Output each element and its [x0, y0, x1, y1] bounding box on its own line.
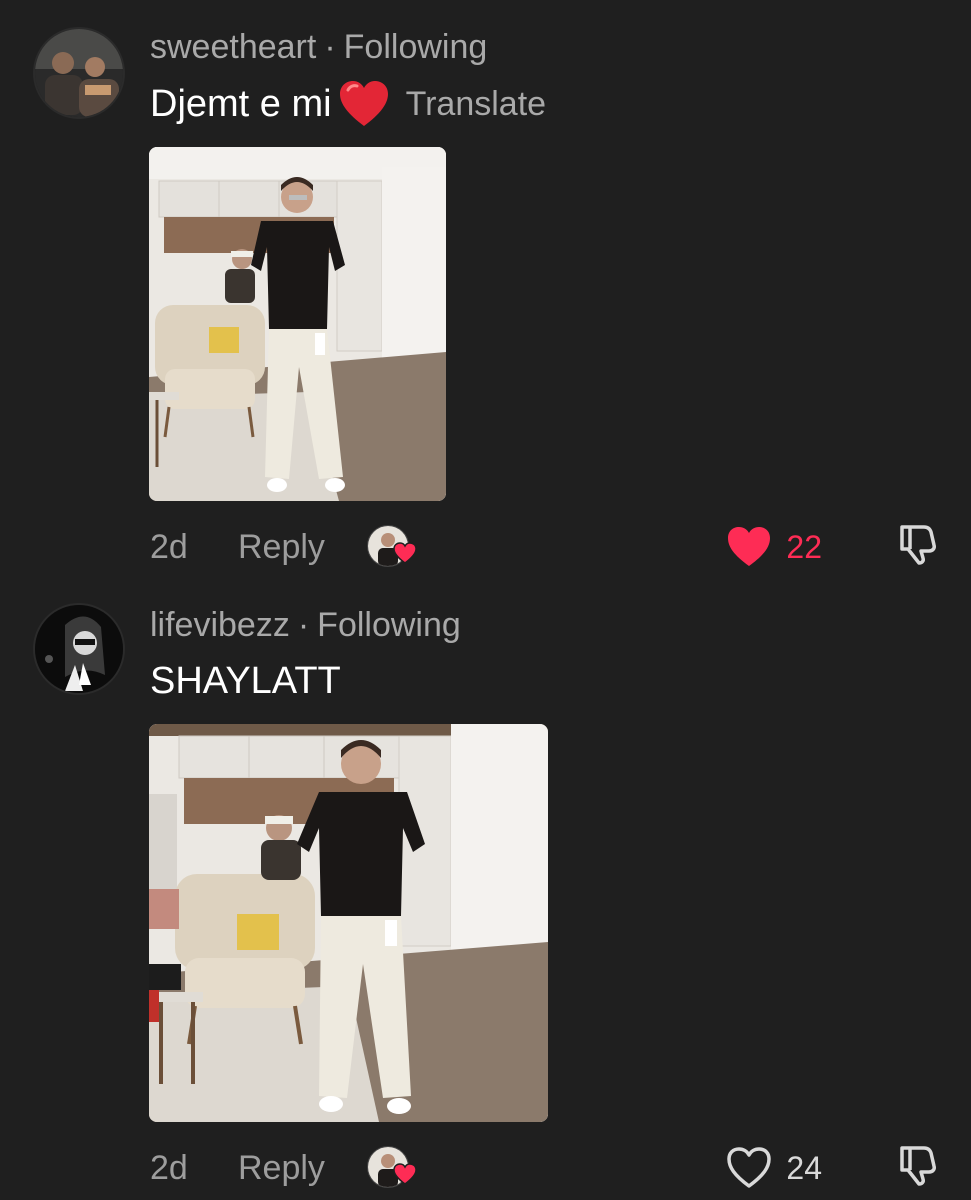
- creator-liked-badge: [366, 1146, 417, 1190]
- separator: ·: [324, 28, 336, 66]
- comment-header: sweetheart · Following: [150, 28, 487, 67]
- comment-meta-row: 2d Reply 22: [150, 522, 940, 572]
- creator-liked-heart-icon: [393, 1155, 417, 1194]
- separator: ·: [297, 606, 310, 644]
- thumbs-down-icon[interactable]: [896, 521, 940, 574]
- heart-outline-icon: [726, 1147, 772, 1189]
- like-count: 22: [786, 528, 822, 565]
- reply-button[interactable]: Reply: [238, 1149, 325, 1188]
- comment-header: lifevibezz · Following: [150, 606, 461, 645]
- comment-text: Djemt e mi: [150, 82, 332, 125]
- follow-status: Following: [317, 606, 461, 644]
- reply-button[interactable]: Reply: [238, 528, 325, 567]
- username[interactable]: lifevibezz: [150, 606, 290, 644]
- comment-media-image[interactable]: [149, 147, 446, 501]
- like-button[interactable]: 24: [726, 1147, 822, 1189]
- avatar[interactable]: [33, 27, 125, 119]
- comment-meta-row: 2d Reply 24: [150, 1143, 940, 1193]
- creator-liked-heart-icon: [393, 534, 417, 573]
- username[interactable]: sweetheart: [150, 28, 316, 66]
- comment-time: 2d: [150, 527, 188, 566]
- comment-time: 2d: [150, 1148, 188, 1187]
- comment-media-image[interactable]: [149, 724, 548, 1122]
- creator-liked-badge: [366, 525, 417, 569]
- like-count: 24: [786, 1149, 822, 1186]
- comment-text-row: SHAYLATT: [150, 660, 341, 703]
- heart-icon: [726, 526, 772, 568]
- like-button[interactable]: 22: [726, 526, 822, 568]
- comment-text: SHAYLATT: [150, 660, 341, 702]
- heart-emoji-icon: [338, 80, 390, 128]
- thumbs-down-icon[interactable]: [896, 1142, 940, 1195]
- translate-button[interactable]: Translate: [406, 85, 546, 124]
- avatar[interactable]: [33, 603, 125, 695]
- follow-status: Following: [343, 28, 488, 66]
- comment-text-row: Djemt e mi Translate: [150, 80, 546, 128]
